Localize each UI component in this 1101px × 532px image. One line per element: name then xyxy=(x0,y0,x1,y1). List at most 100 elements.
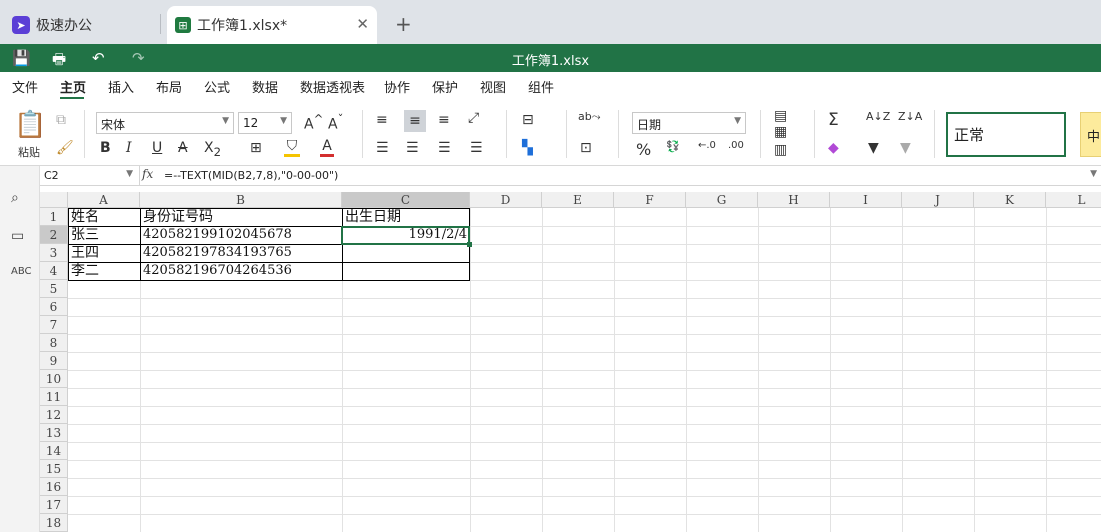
menu-data[interactable]: 数据 xyxy=(252,77,278,96)
clear-icon[interactable]: ◆ xyxy=(828,140,839,156)
row-header-1[interactable]: 1 xyxy=(40,208,68,226)
sort-ascending-icon[interactable]: A↓Z xyxy=(866,110,890,123)
font-size-dropdown[interactable]: 12 ▼ xyxy=(238,112,292,134)
align-right-icon[interactable]: ☰ xyxy=(438,140,451,156)
formula-input[interactable]: =--TEXT(MID(B2,7,8),"0-00-00") xyxy=(164,169,338,182)
column-header-a[interactable]: A xyxy=(68,192,140,208)
fill-handle[interactable] xyxy=(467,242,472,247)
menu-home[interactable]: 主页 xyxy=(60,77,86,96)
cell-style-neutral[interactable]: 中 xyxy=(1080,112,1101,157)
wrap-text-icon[interactable]: ⊟ xyxy=(522,112,534,128)
increase-decimal-icon[interactable]: ←.0 xyxy=(698,140,716,151)
row-header-7[interactable]: 7 xyxy=(40,316,68,334)
underline-icon[interactable]: U xyxy=(152,140,162,156)
menu-file[interactable]: 文件 xyxy=(12,77,38,96)
cell-a2[interactable]: 张三 xyxy=(69,226,140,244)
align-bottom-icon[interactable]: ≡ xyxy=(438,112,450,128)
paste-icon[interactable]: 📋 xyxy=(14,110,46,140)
clear-filter-icon[interactable]: ▼ xyxy=(900,140,911,156)
column-header-e[interactable]: E xyxy=(542,192,614,208)
menu-formula[interactable]: 公式 xyxy=(204,77,230,96)
column-header-g[interactable]: G xyxy=(686,192,758,208)
expand-formula-icon[interactable]: ▼ xyxy=(1090,169,1097,179)
menu-insert[interactable]: 插入 xyxy=(108,77,134,96)
new-tab-button[interactable]: + xyxy=(395,12,412,36)
cell-styles-icon[interactable]: ▥ xyxy=(774,142,787,158)
row-header-6[interactable]: 6 xyxy=(40,298,68,316)
comment-icon[interactable]: ▭ xyxy=(11,228,24,244)
row-header-17[interactable]: 17 xyxy=(40,496,68,514)
column-header-i[interactable]: I xyxy=(830,192,902,208)
row-header-13[interactable]: 13 xyxy=(40,424,68,442)
cell-b2[interactable]: 420582199102045678 xyxy=(141,226,342,244)
column-header-d[interactable]: D xyxy=(470,192,542,208)
merge-cells-icon[interactable]: ▚ xyxy=(522,140,533,156)
accounting-icon[interactable]: 💱 xyxy=(666,140,680,153)
row-header-14[interactable]: 14 xyxy=(40,442,68,460)
column-header-l[interactable]: L xyxy=(1046,192,1101,208)
subscript-icon[interactable]: X2 xyxy=(204,140,221,159)
row-header-3[interactable]: 3 xyxy=(40,244,68,262)
spell-check-icon[interactable]: ab⤳ xyxy=(578,110,601,124)
spreadsheet-grid[interactable]: A B C D E F G H I J K L 1 2 3 4 5 6 7 8 … xyxy=(40,192,1101,532)
menu-pivot-table[interactable]: 数据透视表 xyxy=(300,77,365,96)
column-header-j[interactable]: J xyxy=(902,192,974,208)
fill-color-icon[interactable]: ⛉ xyxy=(284,138,300,157)
active-cell-selection[interactable] xyxy=(341,226,470,245)
text-orientation-icon[interactable]: ⤢ xyxy=(468,110,479,126)
row-header-5[interactable]: 5 xyxy=(40,280,68,298)
cell-style-normal[interactable]: 正常 xyxy=(946,112,1066,157)
close-icon[interactable]: ✕ xyxy=(356,15,369,33)
bold-icon[interactable]: B xyxy=(100,140,111,156)
cell-b1[interactable]: 身份证号码 xyxy=(141,208,342,226)
row-header-15[interactable]: 15 xyxy=(40,460,68,478)
strikethrough-icon[interactable]: A xyxy=(178,140,188,156)
row-header-11[interactable]: 11 xyxy=(40,388,68,406)
filter-icon[interactable]: ▼ xyxy=(868,140,879,156)
column-header-b[interactable]: B xyxy=(140,192,342,208)
menu-protect[interactable]: 保护 xyxy=(432,77,458,96)
menu-layout[interactable]: 布局 xyxy=(156,77,182,96)
paste-label[interactable]: 粘贴 xyxy=(18,144,40,160)
row-header-10[interactable]: 10 xyxy=(40,370,68,388)
column-header-c[interactable]: C xyxy=(342,192,470,208)
column-header-k[interactable]: K xyxy=(974,192,1046,208)
decrease-decimal-icon[interactable]: .00 xyxy=(728,140,744,151)
decrease-font-icon[interactable]: Aˇ xyxy=(328,112,343,133)
italic-icon[interactable]: I xyxy=(126,140,132,156)
cell-a4[interactable]: 李二 xyxy=(69,262,140,280)
column-header-h[interactable]: H xyxy=(758,192,830,208)
font-name-dropdown[interactable]: 宋体 ▼ xyxy=(96,112,234,134)
insert-cells-icon[interactable]: ⊡ xyxy=(580,140,592,156)
increase-font-icon[interactable]: A^ xyxy=(304,112,323,133)
font-color-icon[interactable]: A xyxy=(320,138,334,157)
number-format-dropdown[interactable]: 日期 ▼ xyxy=(632,112,746,134)
cell-c1[interactable]: 出生日期 xyxy=(343,208,470,226)
align-center-icon[interactable]: ☰ xyxy=(406,140,419,156)
format-as-table-icon[interactable]: ▦ xyxy=(774,124,787,140)
cell-a1[interactable]: 姓名 xyxy=(69,208,140,226)
sum-icon[interactable]: Σ xyxy=(828,110,839,130)
row-header-8[interactable]: 8 xyxy=(40,334,68,352)
cell-b4[interactable]: 420582196704264536 xyxy=(141,262,342,280)
menu-collaborate[interactable]: 协作 xyxy=(384,77,410,96)
function-icon[interactable]: fx xyxy=(142,167,153,181)
select-all-corner[interactable] xyxy=(40,192,68,208)
tab-home[interactable]: ➤ 极速办公 xyxy=(0,6,160,44)
align-left-icon[interactable]: ☰ xyxy=(376,140,389,156)
row-header-4[interactable]: 4 xyxy=(40,262,68,280)
spellcheck-icon[interactable]: ABC xyxy=(11,266,32,277)
row-header-18[interactable]: 18 xyxy=(40,514,68,532)
sort-descending-icon[interactable]: Z↓A xyxy=(898,110,922,123)
cell-a3[interactable]: 王四 xyxy=(69,244,140,262)
row-header-2[interactable]: 2 xyxy=(40,226,68,244)
name-box[interactable]: C2 ▼ xyxy=(40,166,140,186)
copy-icon[interactable]: ⧉ xyxy=(56,112,66,128)
row-header-9[interactable]: 9 xyxy=(40,352,68,370)
align-top-icon[interactable]: ≡ xyxy=(376,112,388,128)
search-icon[interactable]: ⌕ xyxy=(11,190,19,206)
menu-plugins[interactable]: 组件 xyxy=(528,77,554,96)
align-middle-icon[interactable]: ≡ xyxy=(404,110,426,132)
cell-b3[interactable]: 420582197834193765 xyxy=(141,244,342,262)
borders-icon[interactable]: ⊞ xyxy=(250,140,262,156)
